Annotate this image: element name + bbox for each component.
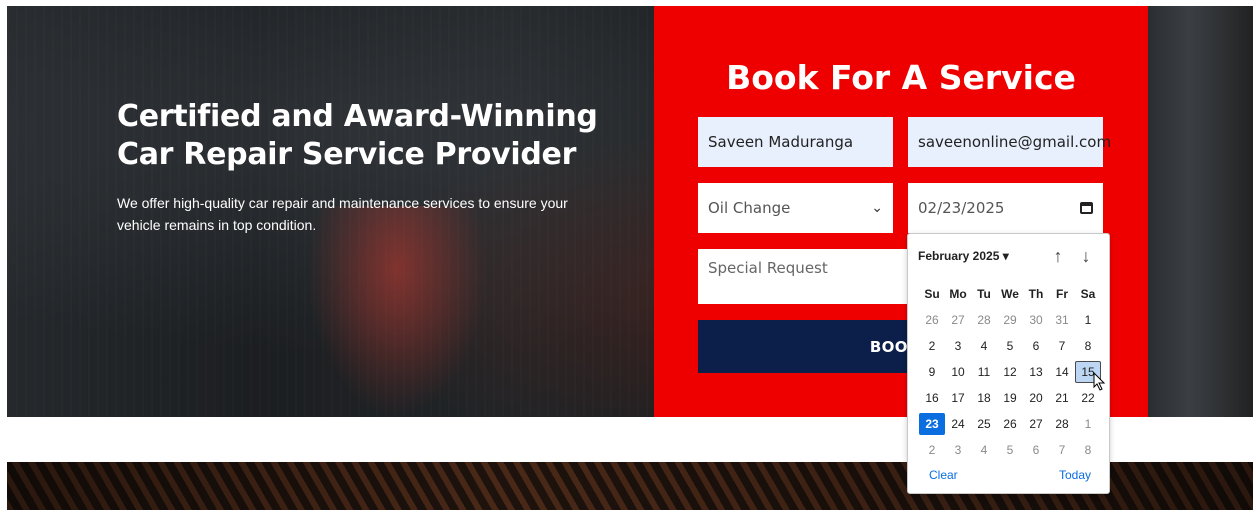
weekday-header: Su <box>924 287 940 301</box>
datepicker-month-select[interactable]: February 2025 ▾ <box>918 249 1009 263</box>
calendar-day[interactable]: 27 <box>945 309 971 331</box>
calendar-day[interactable]: 11 <box>971 361 997 383</box>
datepicker-week-row: 23 24 25 26 27 28 1 <box>919 411 1101 437</box>
datepicker-week-row: 2345678 <box>919 437 1101 463</box>
calendar-day[interactable]: 30 <box>1023 309 1049 331</box>
calendar-day[interactable]: 18 <box>971 387 997 409</box>
weekday-header: Mo <box>949 287 967 301</box>
hero-title-line2: Car Repair Service Provider <box>117 137 577 172</box>
calendar-icon[interactable] <box>1080 202 1093 214</box>
datepicker-clear-button[interactable]: Clear <box>929 468 958 482</box>
hero-title-line1: Certified and Award-Winning <box>117 99 598 134</box>
calendar-day[interactable]: 4 <box>971 335 997 357</box>
calendar-day[interactable]: 5 <box>997 439 1023 461</box>
arrow-up-icon[interactable]: ↑ <box>1047 246 1069 266</box>
weekday-header: We <box>1001 287 1019 301</box>
datepicker-weekday-row: Su Mo Tu We Th Fr Sa <box>919 281 1101 307</box>
weekday-header: Tu <box>977 287 991 301</box>
name-field-value: Saveen Maduranga <box>708 133 854 151</box>
calendar-day[interactable]: 28 <box>1049 413 1075 435</box>
booking-title: Book For A Service <box>726 58 1076 97</box>
calendar-day[interactable]: 31 <box>1049 309 1075 331</box>
datepicker-footer: Clear Today <box>908 468 1111 488</box>
datepicker-week-row: 16 17 18 19 20 21 22 <box>919 385 1101 411</box>
service-select[interactable]: Oil Change ⌄ <box>698 183 893 233</box>
weekday-header: Fr <box>1056 287 1068 301</box>
datepicker-week-row: 26 27 28 29 30 31 1 <box>919 307 1101 333</box>
calendar-day[interactable]: 23 <box>919 413 945 435</box>
date-field[interactable]: 02/23/2025 <box>908 183 1103 233</box>
calendar-day[interactable]: 7 <box>1049 335 1075 357</box>
service-select-value: Oil Change <box>708 199 791 217</box>
hero-copy: Certified and Award-Winning Car Repair S… <box>117 98 637 236</box>
datepicker-grid: Su Mo Tu We Th Fr Sa 26 27 28 29 30 31 1 2 3 4 5 6 7 8 9 10 11 1… <box>919 281 1101 463</box>
calendar-day[interactable]: 3 <box>945 439 971 461</box>
calendar-day[interactable]: 7 <box>1049 439 1075 461</box>
arrow-down-icon[interactable]: ↓ <box>1075 246 1097 266</box>
calendar-day[interactable]: 4 <box>971 439 997 461</box>
calendar-day[interactable]: 5 <box>997 335 1023 357</box>
datepicker-header: February 2025 ▾ ↑ ↓ <box>908 246 1111 268</box>
calendar-day[interactable]: 28 <box>971 309 997 331</box>
mouse-pointer-icon <box>1093 372 1106 391</box>
hero-side-image <box>1147 6 1253 417</box>
calendar-day[interactable]: 9 <box>919 361 945 383</box>
calendar-day[interactable]: 20 <box>1023 387 1049 409</box>
name-field[interactable]: Saveen Maduranga <box>698 117 893 167</box>
chevron-down-icon: ⌄ <box>871 200 883 216</box>
calendar-day[interactable]: 26 <box>997 413 1023 435</box>
calendar-day[interactable]: 10 <box>945 361 971 383</box>
calendar-day[interactable]: 1 <box>1075 413 1101 435</box>
weekday-header: Sa <box>1080 287 1096 301</box>
weekday-header: Th <box>1028 287 1044 301</box>
calendar-day[interactable]: 13 <box>1023 361 1049 383</box>
calendar-day[interactable]: 2 <box>919 439 945 461</box>
page: Certified and Award-Winning Car Repair S… <box>0 0 1253 510</box>
calendar-day[interactable]: 27 <box>1023 413 1049 435</box>
calendar-day[interactable]: 12 <box>997 361 1023 383</box>
calendar-day[interactable]: 8 <box>1075 439 1101 461</box>
calendar-day[interactable]: 29 <box>997 309 1023 331</box>
calendar-day[interactable]: 21 <box>1049 387 1075 409</box>
special-request-placeholder: Special Request <box>708 259 828 277</box>
calendar-day[interactable]: 14 <box>1049 361 1075 383</box>
calendar-day[interactable]: 6 <box>1023 335 1049 357</box>
calendar-day[interactable]: 19 <box>997 387 1023 409</box>
hero-title: Certified and Award-Winning Car Repair S… <box>117 98 637 174</box>
calendar-day[interactable]: 26 <box>919 309 945 331</box>
datepicker-today-button[interactable]: Today <box>1059 468 1091 482</box>
datepicker-week-row: 2345678 <box>919 333 1101 359</box>
calendar-day[interactable]: 8 <box>1075 335 1101 357</box>
calendar-day[interactable]: 24 <box>945 413 971 435</box>
calendar-day[interactable]: 16 <box>919 387 945 409</box>
calendar-day[interactable]: 17 <box>945 387 971 409</box>
calendar-day[interactable]: 1 <box>1075 309 1101 331</box>
calendar-day[interactable]: 2 <box>919 335 945 357</box>
email-field-value: saveenonline@gmail.com <box>918 133 1112 151</box>
hero-description: We offer high-quality car repair and mai… <box>117 195 568 233</box>
calendar-day[interactable]: 25 <box>971 413 997 435</box>
calendar-day[interactable]: 6 <box>1023 439 1049 461</box>
datepicker-week-row: 9 10 11 12 13 14 15 <box>919 359 1101 385</box>
datepicker-popup: February 2025 ▾ ↑ ↓ Su Mo Tu We Th Fr Sa 26 27 28… <box>907 233 1110 494</box>
calendar-day[interactable]: 3 <box>945 335 971 357</box>
date-field-value: 02/23/2025 <box>918 199 1005 217</box>
hero-background-image <box>307 206 487 417</box>
email-field[interactable]: saveenonline@gmail.com <box>908 117 1111 167</box>
